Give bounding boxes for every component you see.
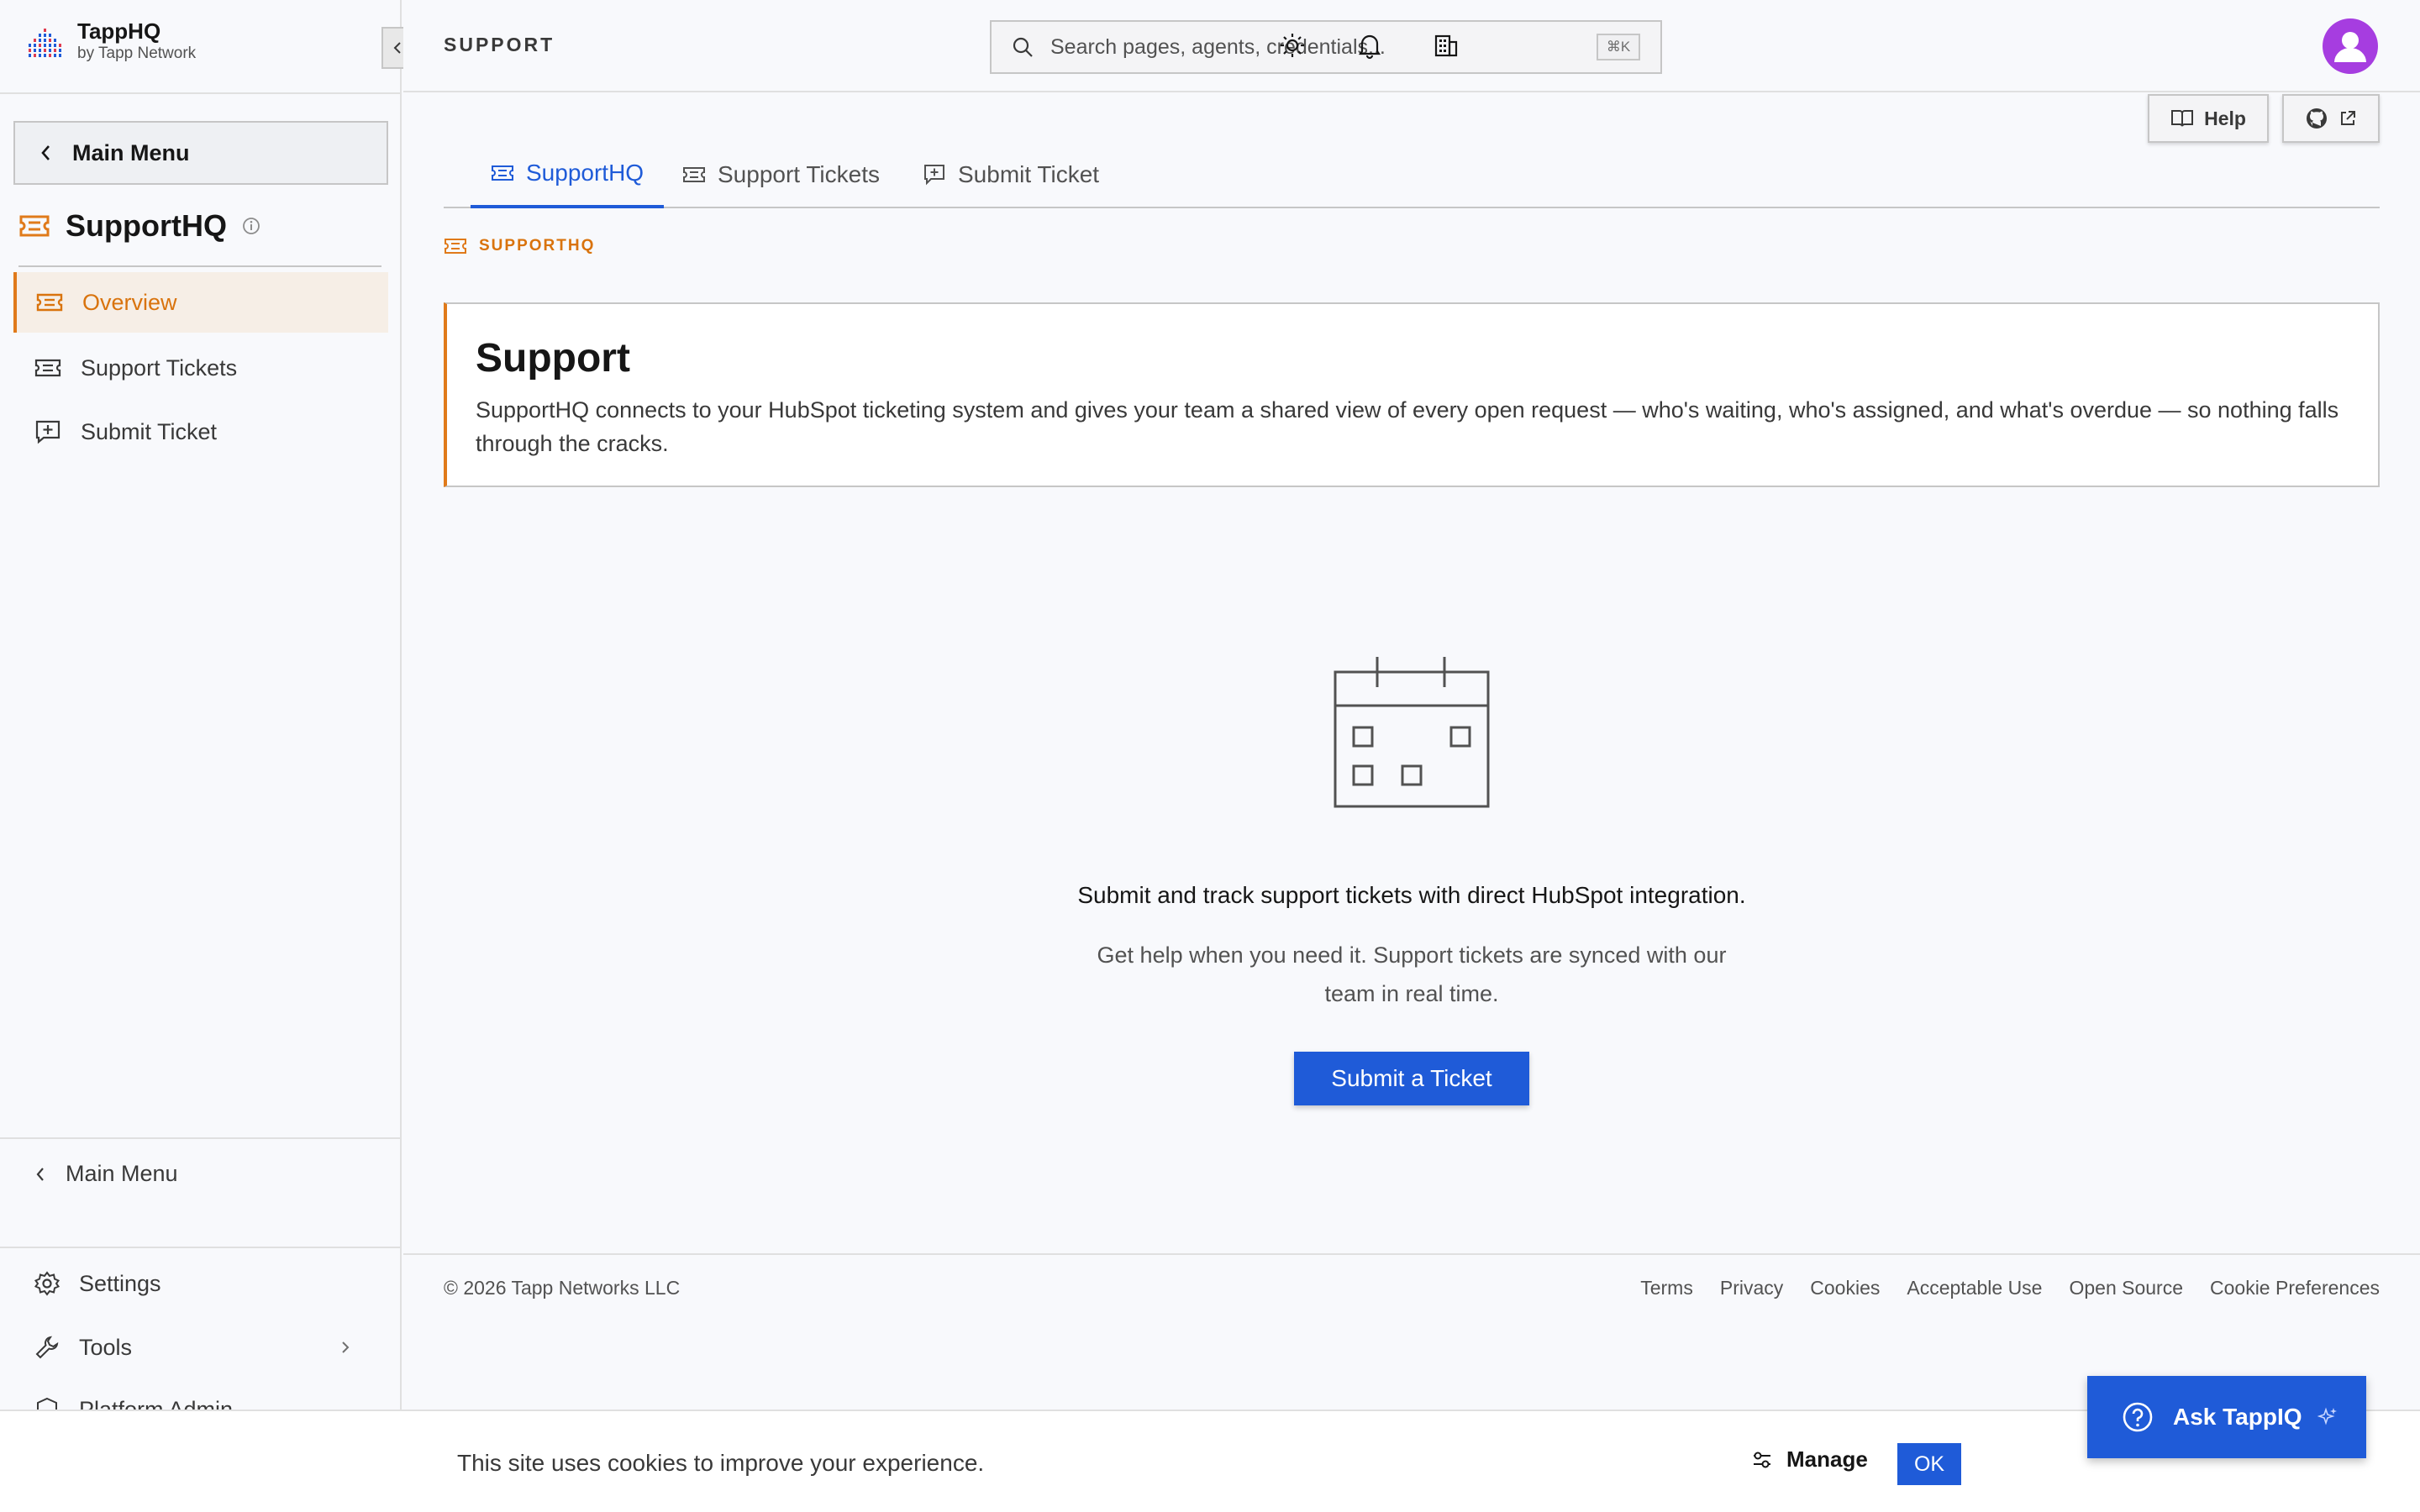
ticket-icon	[19, 215, 50, 237]
manage-label: Manage	[1786, 1446, 1868, 1472]
brand[interactable]: TappHQ by Tapp Network	[27, 18, 196, 64]
cookie-message: This site uses cookies to improve your e…	[457, 1450, 985, 1476]
footer-link-privacy[interactable]: Privacy	[1720, 1277, 1783, 1299]
calendar-icon	[1334, 657, 1490, 808]
sidebar-item-support-tickets[interactable]: Support Tickets	[13, 338, 388, 398]
sidebar-divider	[0, 1247, 402, 1248]
gear-icon	[34, 1271, 60, 1296]
sidebar-item-label: Support Tickets	[81, 354, 238, 381]
sidebar-divider	[0, 92, 402, 94]
external-link-icon	[2341, 111, 2355, 125]
sidebar-main-menu-link[interactable]: Main Menu	[34, 1161, 370, 1187]
add-comment-icon	[35, 420, 60, 444]
cookie-banner: This site uses cookies to improve your e…	[0, 1410, 2420, 1512]
github-link-button[interactable]	[2282, 94, 2380, 143]
ticket-icon	[445, 239, 466, 254]
search-input[interactable]	[1049, 34, 1586, 60]
intro-card: Support SupportHQ connects to your HubSp…	[444, 302, 2380, 487]
ticket-icon	[492, 165, 513, 181]
brand-name: TappHQ	[77, 18, 161, 44]
breadcrumb: SUPPORTHQ	[444, 237, 595, 255]
intro-body: SupportHQ connects to your HubSpot ticke…	[476, 397, 2339, 456]
sidebar-divider	[0, 1137, 402, 1139]
footer-link-acceptable-use[interactable]: Acceptable Use	[1907, 1277, 2042, 1299]
sidebar-item-label: Submit Ticket	[81, 418, 218, 444]
avatar[interactable]	[2323, 18, 2378, 74]
book-icon	[2171, 110, 2194, 127]
chevron-left-icon	[36, 1167, 44, 1181]
intro-title: Support	[476, 336, 630, 381]
footer-link-open-source[interactable]: Open Source	[2069, 1277, 2183, 1299]
footer-links: Terms Privacy Cookies Acceptable Use Ope…	[1613, 1277, 2380, 1299]
sidebar-item-settings[interactable]: Settings	[34, 1270, 370, 1297]
footer-link-cookie-preferences[interactable]: Cookie Preferences	[2210, 1277, 2380, 1299]
footer-link-terms[interactable]: Terms	[1640, 1277, 1693, 1299]
ticket-icon	[36, 293, 63, 312]
sidebar-item-label: Overview	[82, 289, 177, 315]
module-divider	[18, 265, 381, 267]
github-icon	[2307, 108, 2327, 129]
info-icon[interactable]	[242, 217, 260, 235]
global-search[interactable]: ⌘K	[990, 20, 1662, 74]
sidebar-item-submit-ticket[interactable]: Submit Ticket	[13, 402, 388, 462]
page-section-title: SUPPORT	[444, 34, 555, 55]
building-icon[interactable]	[1428, 29, 1462, 62]
user-icon	[2334, 32, 2366, 62]
footer-copyright: © 2026 Tapp Networks LLC	[444, 1277, 681, 1299]
help-label: Help	[2204, 107, 2246, 129]
chevron-left-icon	[41, 145, 50, 160]
sidebar-item-overview[interactable]: Overview	[13, 272, 388, 333]
breadcrumb-label: SUPPORTHQ	[479, 237, 596, 255]
chevron-right-icon	[342, 1341, 350, 1353]
tools-label: Tools	[79, 1334, 133, 1360]
submit-ticket-button[interactable]: Submit a Ticket	[1294, 1052, 1529, 1105]
search-shortcut-badge: ⌘K	[1597, 34, 1640, 60]
ask-tappiq-button[interactable]: Ask TappIQ	[2087, 1376, 2366, 1458]
footer-divider	[403, 1253, 2420, 1255]
chevron-left-icon	[393, 42, 401, 54]
tab-label: SupportHQ	[526, 160, 644, 186]
main-menu-button[interactable]: Main Menu	[13, 121, 388, 185]
brand-text: TappHQ by Tapp Network	[77, 18, 196, 64]
add-comment-icon	[924, 165, 944, 186]
sidebar-item-tools[interactable]: Tools	[34, 1334, 370, 1361]
empty-state: Submit and track support tickets with di…	[444, 655, 2380, 1013]
ticket-icon	[34, 359, 61, 377]
module-title-text: SupportHQ	[66, 208, 227, 243]
module-tabs: SupportHQ Support Tickets Submit Ticket	[444, 141, 2380, 208]
footer-link-cookies[interactable]: Cookies	[1810, 1277, 1880, 1299]
tapphq-logo-icon	[29, 29, 61, 57]
bell-icon[interactable]	[1353, 29, 1386, 62]
module-title: SupportHQ	[18, 208, 260, 244]
sidebar-main-menu-label: Main Menu	[66, 1161, 178, 1186]
brand-subtitle: by Tapp Network	[77, 45, 197, 62]
help-circle-icon	[2123, 1402, 2153, 1432]
settings-label: Settings	[79, 1270, 161, 1296]
sliders-icon	[1754, 1452, 1770, 1467]
sun-icon[interactable]	[1276, 29, 1309, 62]
ticket-icon	[683, 167, 705, 182]
cookie-ok-button[interactable]: OK	[1897, 1443, 1961, 1485]
search-icon	[1013, 37, 1033, 57]
cookie-manage-button[interactable]: Manage	[1751, 1446, 1868, 1473]
empty-state-title: Submit and track support tickets with di…	[1077, 882, 1746, 908]
top-header: SUPPORT ⌘K	[403, 0, 2420, 92]
tab-label: Support Tickets	[718, 161, 880, 187]
sidebar: TappHQ by Tapp Network Main Menu Support…	[0, 0, 402, 1512]
tab-supporthq[interactable]: SupportHQ	[471, 141, 665, 208]
wrench-icon	[35, 1336, 59, 1359]
main-menu-label: Main Menu	[72, 139, 190, 165]
tab-label: Submit Ticket	[958, 161, 1100, 187]
tab-submit-ticket[interactable]: Submit Ticket	[923, 141, 1099, 208]
tab-support-tickets[interactable]: Support Tickets	[682, 141, 880, 208]
sparkle-icon	[2317, 1407, 2337, 1425]
empty-state-description: Get help when you need it. Support ticke…	[1097, 942, 1727, 1006]
ask-tappiq-label: Ask TappIQ	[2173, 1404, 2302, 1430]
help-button[interactable]: Help	[2148, 94, 2269, 143]
